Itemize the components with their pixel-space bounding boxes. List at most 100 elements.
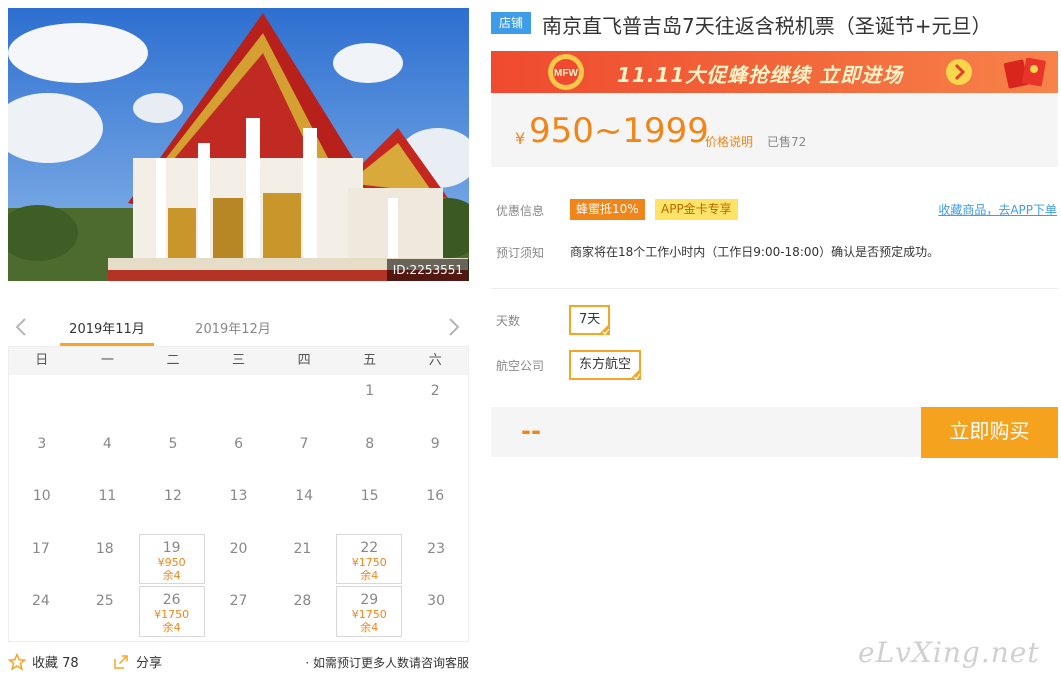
calendar-day-number: 6 bbox=[234, 435, 243, 452]
tab-month-nov[interactable]: 2019年11月 bbox=[60, 318, 154, 337]
promo-arrow-icon bbox=[946, 59, 972, 85]
calendar-day-stock: 余4 bbox=[162, 621, 181, 635]
calendar-body: 1 2 3 4 5 6 7 8 9 10 11 12 13 14 15 16 17 18 19 ¥950 余4 20 21 2… bbox=[9, 375, 468, 638]
calendar-empty-cell bbox=[140, 375, 206, 428]
price-box: ¥ 950~1999 价格说明 已售72 bbox=[491, 93, 1058, 167]
calendar-day-number: 17 bbox=[32, 540, 50, 557]
favorite-go-app-link[interactable]: 收藏商品，去APP下单 bbox=[938, 201, 1057, 218]
calendar-day: 12 bbox=[140, 480, 206, 533]
calendar-day-number: 22 bbox=[360, 539, 379, 556]
calendar-day-available[interactable]: 22 ¥1750 余4 bbox=[336, 533, 403, 585]
tab-month-dec[interactable]: 2019年12月 bbox=[186, 318, 280, 337]
product-actions-bar: 收藏 78 分享 · 如需预订更多人数请咨询客服 bbox=[8, 650, 469, 674]
calendar-day-number: 12 bbox=[164, 488, 182, 505]
calendar-empty-cell bbox=[75, 375, 141, 428]
calendar-day-number: 4 bbox=[102, 435, 112, 452]
calendar-empty-cell bbox=[9, 375, 75, 428]
calendar-day-number: 26 bbox=[162, 592, 181, 609]
calendar-day: 7 bbox=[271, 428, 337, 481]
calendar-day: 27 bbox=[207, 585, 271, 638]
calendar-day: 24 bbox=[9, 585, 73, 638]
calendar-week-row: 17 18 19 ¥950 余4 20 21 22 ¥1750 余4 23 bbox=[9, 533, 468, 586]
calendar-day-available[interactable]: 26 ¥1750 余4 bbox=[138, 586, 205, 637]
share-button[interactable]: 分享 bbox=[112, 652, 162, 671]
calendar-day-price: ¥1750 bbox=[351, 555, 387, 569]
calendar-day: 1 bbox=[337, 375, 403, 428]
promo-banner[interactable]: MFW 11.11大促蜂抢继续 立即进场 bbox=[491, 51, 1058, 93]
calendar-day: 18 bbox=[73, 533, 137, 586]
calendar-day: 3 bbox=[9, 428, 75, 481]
calendar-day: 15 bbox=[337, 480, 403, 533]
calendar-day-number: 10 bbox=[32, 488, 51, 505]
chevron-right-icon[interactable] bbox=[443, 316, 463, 338]
calendar-day-price: ¥950 bbox=[157, 555, 186, 569]
option-airline-value: 东方航空 bbox=[579, 357, 632, 372]
weekday-mon: 一 bbox=[100, 353, 114, 368]
notice-label: 预订须知 bbox=[496, 246, 545, 260]
chevron-left-icon[interactable] bbox=[12, 316, 32, 338]
favorite-button[interactable]: 收藏 78 bbox=[8, 652, 79, 671]
calendar-day-number: 20 bbox=[229, 540, 248, 557]
calendar-week-row: 3 4 5 6 7 8 9 bbox=[9, 428, 468, 481]
option-airline-eastern[interactable]: 东方航空 bbox=[569, 350, 642, 380]
calendar-day-number: 14 bbox=[295, 488, 314, 505]
buy-now-button[interactable]: 立即购买 bbox=[921, 407, 1058, 458]
total-price-bar: -- bbox=[491, 407, 921, 457]
weekday-fri: 五 bbox=[363, 353, 377, 368]
star-icon bbox=[8, 652, 26, 671]
favorite-count-label: 收藏 78 bbox=[32, 656, 79, 671]
calendar-weekday-header: 日 一 二 三 四 五 六 bbox=[9, 347, 468, 375]
calendar-empty-cell bbox=[206, 375, 272, 428]
weekday-sat: 六 bbox=[428, 353, 442, 368]
share-icon bbox=[114, 654, 128, 669]
selected-check-icon bbox=[629, 368, 642, 380]
calendar-day-number: 25 bbox=[95, 593, 114, 610]
calendar-day-stock: 余4 bbox=[360, 568, 379, 582]
calendar-day: 5 bbox=[140, 428, 206, 481]
calendar-day: 14 bbox=[271, 480, 337, 533]
section-divider bbox=[491, 288, 1058, 289]
option-days-7[interactable]: 7天 bbox=[569, 305, 611, 335]
sold-count: 已售72 bbox=[767, 135, 807, 149]
consult-service-link[interactable]: · 如需预订更多人数请咨询客服 bbox=[305, 654, 469, 671]
airline-label: 航空公司 bbox=[496, 359, 545, 373]
option-days-value: 7天 bbox=[579, 312, 601, 327]
calendar-day-number: 3 bbox=[37, 435, 47, 452]
calendar-day-available[interactable]: 19 ¥950 余4 bbox=[138, 533, 205, 585]
app-gold-card-tag: APP金卡专享 bbox=[655, 199, 738, 220]
days-label: 天数 bbox=[496, 314, 521, 328]
calendar-day-price: ¥1750 bbox=[154, 608, 190, 622]
calendar-day: 13 bbox=[206, 480, 272, 533]
calendar-day-stock: 余4 bbox=[162, 568, 181, 582]
calendar-day-number: 13 bbox=[229, 488, 248, 505]
calendar-day-number: 16 bbox=[426, 488, 445, 505]
discount-tag: 蜂蜜抵10% bbox=[570, 199, 645, 220]
discount-label: 优惠信息 bbox=[496, 204, 545, 218]
weekday-sun: 日 bbox=[35, 353, 49, 368]
calendar-day-number: 30 bbox=[427, 593, 445, 610]
currency-symbol: ¥ bbox=[515, 129, 526, 148]
calendar-day: 23 bbox=[404, 533, 468, 586]
product-title: 南京直飞普吉岛7天往返含税机票（圣诞节+元旦） bbox=[542, 14, 992, 38]
calendar-day-number: 2 bbox=[430, 383, 440, 399]
weekday-thu: 四 bbox=[297, 353, 311, 368]
shop-badge: 店铺 bbox=[491, 12, 531, 34]
calendar-day-number: 9 bbox=[430, 435, 440, 452]
share-label: 分享 bbox=[136, 656, 163, 671]
calendar-week-row: 24 25 26 ¥1750 余4 27 28 29 ¥1750 余4 30 bbox=[9, 585, 468, 638]
price-note-link[interactable]: 价格说明 bbox=[705, 133, 753, 150]
calendar-day-number: 27 bbox=[229, 593, 248, 610]
calendar-day: 25 bbox=[73, 585, 137, 638]
calendar-day-number: 29 bbox=[360, 592, 379, 609]
selected-check-icon bbox=[598, 323, 611, 335]
calendar-day-number: 5 bbox=[168, 435, 178, 452]
weekday-tue: 二 bbox=[166, 353, 180, 368]
calendar-day-number: 11 bbox=[98, 488, 117, 505]
calendar-day-number: 24 bbox=[32, 593, 50, 610]
promo-text: 11.11大促蜂抢继续 立即进场 bbox=[617, 63, 904, 87]
svg-text:MFW: MFW bbox=[554, 68, 578, 79]
calendar-day: 8 bbox=[337, 428, 403, 481]
calendar-day-number: 18 bbox=[95, 540, 114, 557]
calendar-day-number: 21 bbox=[293, 540, 312, 557]
calendar-day-available[interactable]: 29 ¥1750 余4 bbox=[336, 586, 403, 637]
